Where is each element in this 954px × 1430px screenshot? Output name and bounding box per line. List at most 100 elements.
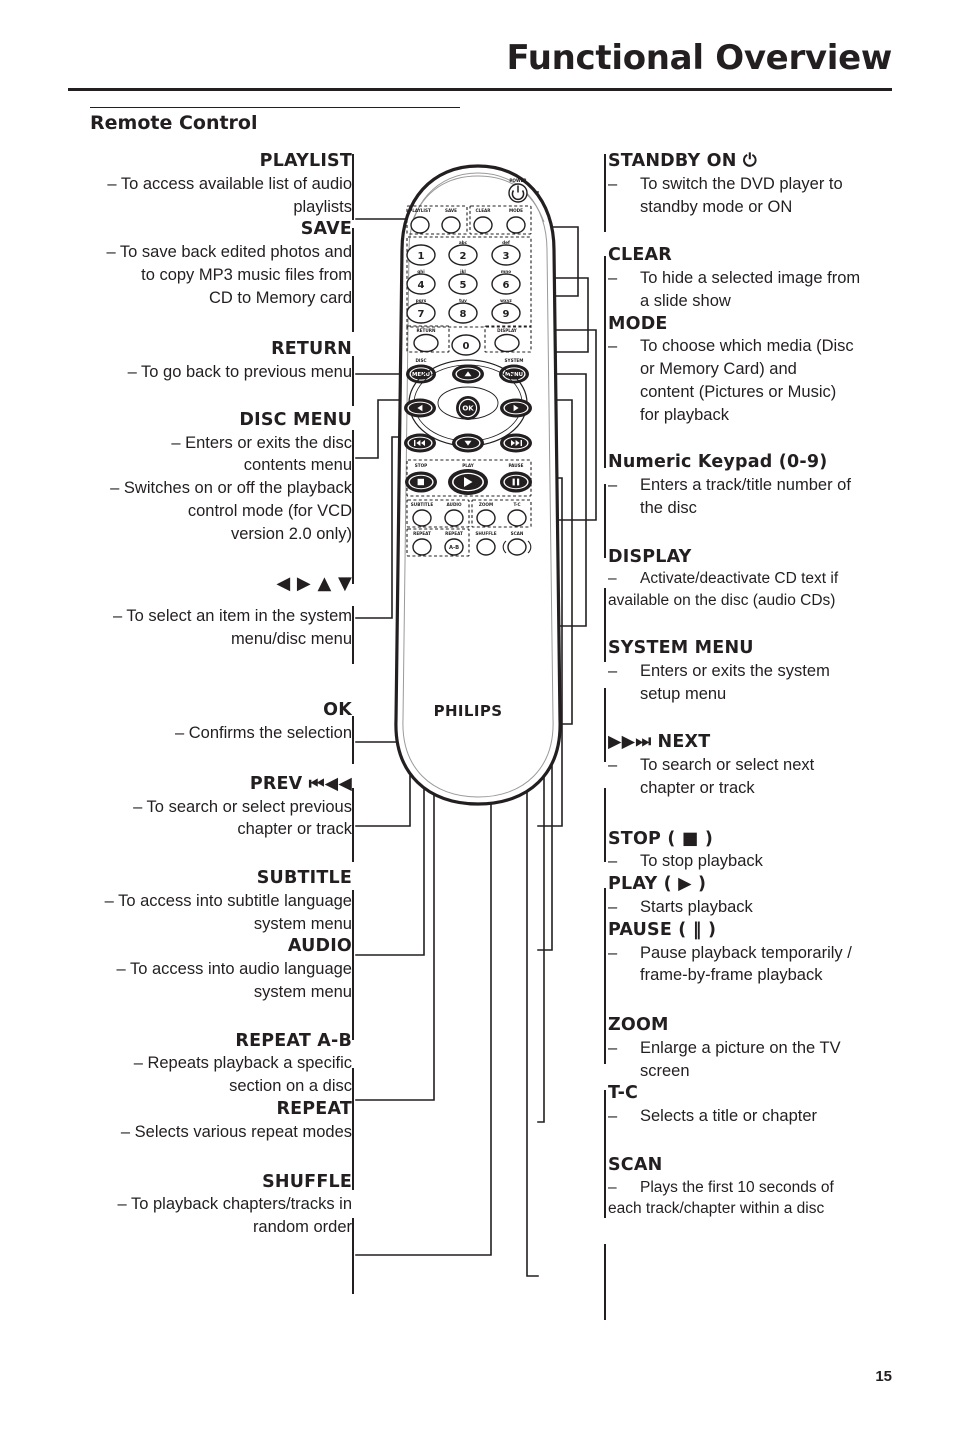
callout-text: a slide show — [640, 291, 731, 310]
callout-repeat-ab: REPEAT A-B – Repeats playback a specific… — [40, 1030, 352, 1098]
svg-text:SHUFFLE: SHUFFLE — [475, 531, 496, 536]
callout-disc-menu: DISC MENU – Enters or exits the disc con… — [40, 409, 352, 546]
svg-text:T-C: T-C — [513, 502, 520, 507]
callout-text: or Memory Card) and — [640, 360, 797, 379]
page-number: 15 — [875, 1368, 892, 1385]
callout-line: a slide show — [608, 290, 908, 313]
svg-text:AUDIO: AUDIO — [446, 502, 462, 507]
callout-heading: AUDIO — [287, 936, 352, 957]
svg-text:wxyz: wxyz — [500, 298, 512, 303]
callout-heading: SCAN — [608, 1154, 663, 1175]
svg-text:mno: mno — [501, 269, 511, 274]
svg-text:MODE: MODE — [509, 208, 523, 213]
svg-text:PAUSE: PAUSE — [508, 463, 523, 468]
bracket-return — [352, 356, 354, 406]
callout-repeat: REPEAT – Selects various repeat modes — [40, 1098, 352, 1144]
callout-line: – Enlarge a picture on the TV — [608, 1038, 841, 1057]
svg-text:tuv: tuv — [459, 298, 467, 303]
callout-shuffle: SHUFFLE – To playback chapters/tracks in… — [40, 1171, 352, 1239]
callout-line: menu/disc menu — [230, 629, 352, 648]
callout-save: SAVE – To save back edited photos and to… — [40, 218, 352, 309]
callout-line: screen — [608, 1060, 908, 1083]
callout-heading: PREV ⏮◀◀ — [249, 773, 352, 794]
callout-line: – To search or select previous — [133, 797, 352, 816]
svg-text:REPEAT: REPEAT — [445, 531, 463, 536]
callout-audio: AUDIO – To access into audio language sy… — [40, 935, 352, 1003]
callout-line: – To stop playback — [608, 852, 763, 871]
svg-text:CLEAR: CLEAR — [475, 208, 491, 213]
svg-text:pqrs: pqrs — [416, 298, 427, 303]
svg-text:8: 8 — [460, 309, 467, 320]
callout-prev: PREV ⏮◀◀ – To search or select previous … — [40, 773, 352, 841]
bracket-arrows — [352, 606, 354, 664]
bracket-display — [604, 588, 606, 662]
callout-numeric-keypad: Numeric Keypad (0-9) – Enters a track/tit… — [608, 451, 908, 519]
callout-line: – To save back edited photos and — [106, 243, 352, 262]
svg-text:RETURN: RETURN — [416, 328, 436, 333]
callout-line: – Enters or exits the disc — [171, 433, 352, 452]
callout-line: – Selects various repeat modes — [120, 1122, 352, 1141]
callout-line: chapter or track — [608, 777, 908, 800]
callout-line: frame-by-frame playback — [608, 964, 908, 987]
callout-heading: ZOOM — [608, 1015, 669, 1036]
callout-line: available on the disc (audio CDs) — [608, 590, 908, 611]
callout-text: To search or select next — [640, 756, 815, 775]
callout-text: standby mode or ON — [640, 197, 793, 216]
callout-line: section on a disc — [229, 1077, 352, 1096]
arrow-keys-icon: ◀ ▶ ▲ ▼ — [276, 573, 352, 595]
bracket-shuffle — [352, 1218, 354, 1294]
svg-text:SAVE: SAVE — [445, 208, 457, 213]
bracket-save — [352, 228, 354, 332]
svg-text:jkl: jkl — [459, 269, 466, 274]
callout-line: – Activate/deactivate CD text if — [608, 570, 839, 588]
callout-heading: Numeric Keypad (0-9) — [608, 452, 828, 473]
callout-line: – Repeats playback a specific — [133, 1054, 352, 1073]
callout-text: To switch the DVD player to — [640, 174, 843, 193]
callout-mode: MODE – To choose which media (Disc or Mem… — [608, 313, 908, 427]
svg-text:6: 6 — [503, 280, 510, 291]
svg-text:3: 3 — [503, 251, 510, 262]
callout-line: to copy MP3 music files from — [141, 265, 352, 284]
bracket-audio — [352, 964, 354, 1040]
callout-text: setup menu — [640, 684, 727, 703]
bracket-transport — [604, 888, 606, 1064]
callout-line: or Memory Card) and — [608, 358, 908, 381]
bracket-prev — [352, 788, 354, 862]
callout-line: control mode (for VCD — [187, 501, 352, 520]
callout-text: Activate/deactivate CD text if — [640, 570, 839, 588]
callout-heading: SYSTEM MENU — [608, 638, 754, 659]
callout-standby-on: STANDBY ON ⏻ – To switch the DVD player t… — [608, 150, 908, 218]
callout-text: frame-by-frame playback — [640, 966, 823, 985]
callout-subtitle: SUBTITLE – To access into subtitle langu… — [40, 867, 352, 935]
callout-line: chapter or track — [237, 820, 352, 839]
callout-text: To stop playback — [640, 852, 763, 871]
callout-line: CD to Memory card — [208, 288, 352, 307]
callout-line: – Plays the first 10 seconds of — [608, 1178, 834, 1196]
callout-zoom: ZOOM – Enlarge a picture on the TV screen — [608, 1014, 908, 1082]
callout-heading: SAVE — [300, 219, 352, 240]
svg-text:4: 4 — [418, 280, 425, 291]
callout-line: standby mode or ON — [608, 196, 908, 219]
callout-text: for playback — [640, 405, 729, 424]
callout-next: ▶▶⏭ NEXT – To search or select next chapt… — [608, 731, 908, 799]
callout-line: – To playback chapters/tracks in — [117, 1195, 352, 1214]
callout-heading: REPEAT — [276, 1098, 352, 1119]
callout-heading: SHUFFLE — [262, 1171, 352, 1192]
callout-line: – Selects a title or chapter — [608, 1107, 818, 1126]
callout-scan: SCAN – Plays the first 10 seconds of each… — [608, 1154, 908, 1220]
svg-text:def: def — [502, 240, 510, 245]
callout-line: system menu — [253, 982, 352, 1001]
svg-text:2: 2 — [460, 251, 467, 262]
bracket-repeat-ab — [352, 1068, 354, 1190]
svg-text:DISPLAY: DISPLAY — [497, 328, 518, 333]
svg-text:STOP: STOP — [415, 463, 428, 468]
callout-line: random order — [252, 1218, 352, 1237]
callout-heading: MODE — [608, 313, 668, 334]
callout-text: Plays the first 10 seconds of — [640, 1178, 834, 1196]
svg-text:ghi: ghi — [417, 269, 425, 274]
svg-text:SUBTITLE: SUBTITLE — [411, 502, 434, 507]
svg-text:0: 0 — [463, 341, 470, 352]
bracket-ok — [352, 716, 354, 764]
svg-text:9: 9 — [503, 309, 510, 320]
svg-text:ZOOM: ZOOM — [479, 502, 493, 507]
